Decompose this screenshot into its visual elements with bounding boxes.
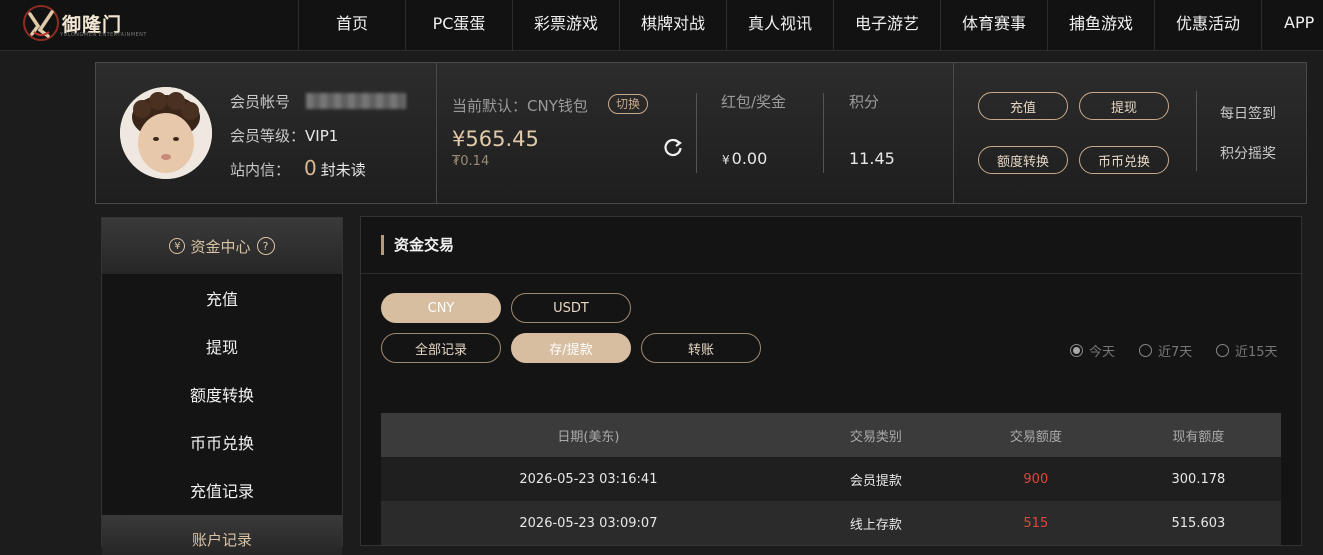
cell-amount: 515	[955, 501, 1116, 545]
member-account-value-blurred	[306, 93, 406, 109]
range-15days-label: 近15天	[1235, 345, 1278, 360]
points-value: 11.45	[849, 149, 895, 168]
sidebar-item-withdraw[interactable]: 提现	[102, 322, 342, 370]
nav-app[interactable]: APP	[1261, 0, 1321, 50]
sidebar-item-coin-exchange[interactable]: 币币兑换	[102, 418, 342, 466]
page-title: 资金交易	[381, 235, 454, 255]
member-account-label: 会员帐号	[230, 93, 291, 111]
bonus-amount: 0.00	[731, 149, 768, 168]
switch-wallet-button[interactable]: 切换	[608, 94, 649, 114]
main-content: 资金交易 CNY USDT 全部记录 存/提款 转账 今天 近7天 近15天 日…	[360, 216, 1302, 546]
message-count: 0	[304, 156, 317, 180]
bonus-value: ¥0.00	[722, 149, 767, 168]
col-balance: 现有额度	[1115, 413, 1281, 457]
funds-center-header[interactable]: ¥ 资金中心 ?	[102, 218, 342, 274]
divider	[823, 93, 824, 173]
divider	[953, 63, 954, 203]
tab-usdt[interactable]: USDT	[511, 293, 631, 323]
member-level-label: 会员等级：	[230, 127, 306, 145]
nav-pc-egg[interactable]: PC蛋蛋	[405, 0, 512, 50]
brand-subtitle: YULONGMEN ENTERTAINMENT	[60, 32, 147, 38]
sidebar-item-deposit[interactable]: 充值	[102, 274, 342, 322]
table-row: 2026-05-23 03:09:07 线上存款 515 515.603	[381, 501, 1281, 545]
nav-live-video[interactable]: 真人视讯	[726, 0, 833, 50]
range-7days-label: 近7天	[1158, 345, 1193, 360]
account-panel: 会员帐号 会员等级：VIP1 站内信： 0 封未读 当前默认：CNY钱包 切换 ¥5…	[95, 62, 1307, 204]
table-row: 2026-05-23 03:16:41 会员提款 900 300.178	[381, 457, 1281, 501]
range-15days-radio[interactable]: 近15天	[1216, 341, 1278, 360]
yuan-coin-icon: ¥	[169, 238, 186, 254]
funds-center-title: 资金中心	[190, 237, 251, 256]
site-messages[interactable]: 站内信： 0 封未读	[230, 156, 366, 180]
current-wallet-label: 当前默认：CNY钱包	[452, 97, 588, 115]
range-today-label: 今天	[1089, 345, 1116, 360]
bonus-currency: ¥	[722, 153, 730, 167]
nav-chess-cards[interactable]: 棋牌对战	[619, 0, 726, 50]
main-menu: 首页 PC蛋蛋 彩票游戏 棋牌对战 真人视讯 电子游艺 体育赛事 捕鱼游戏 优惠…	[298, 0, 1321, 50]
points-label: 积分	[849, 93, 880, 111]
points-lottery-link[interactable]: 积分摇奖	[1220, 143, 1276, 163]
quota-transfer-button[interactable]: 额度转换	[978, 146, 1068, 174]
col-type: 交易类别	[795, 413, 956, 457]
nav-sports[interactable]: 体育赛事	[940, 0, 1047, 50]
col-date: 日期(美东)	[381, 413, 796, 457]
radio-unchecked-icon	[1139, 344, 1152, 357]
sidebar-item-deposit-records[interactable]: 充值记录	[102, 466, 342, 514]
help-icon[interactable]: ?	[256, 237, 275, 255]
bonus-label: 红包/奖金	[721, 93, 787, 111]
tab-cny[interactable]: CNY	[381, 293, 501, 323]
sidebar: ¥ 资金中心 ? 充值 提现 额度转换 币币兑换 充值记录 账户记录	[101, 217, 343, 555]
nav-lottery[interactable]: 彩票游戏	[512, 0, 619, 50]
withdraw-button[interactable]: 提现	[1079, 92, 1169, 120]
cell-amount: 900	[955, 457, 1116, 501]
tab-transfer[interactable]: 转账	[641, 333, 761, 363]
range-today-radio[interactable]: 今天	[1070, 341, 1115, 360]
usdt-balance: ₮0.14	[452, 154, 490, 169]
transactions-table: 日期(美东) 交易类别 交易额度 现有额度 2026-05-23 03:16:4…	[381, 413, 1281, 545]
daily-signin-link[interactable]: 每日签到	[1220, 103, 1276, 123]
tab-all-records[interactable]: 全部记录	[381, 333, 501, 363]
member-level-value: VIP1	[305, 127, 339, 145]
cell-date: 2026-05-23 03:16:41	[381, 457, 796, 501]
divider	[436, 63, 437, 203]
nav-promotions[interactable]: 优惠活动	[1154, 0, 1261, 50]
cell-type: 会员提款	[795, 457, 956, 501]
nav-home[interactable]: 首页	[298, 0, 405, 50]
divider	[696, 93, 697, 173]
message-unread-label: 封未读	[320, 161, 366, 179]
cell-balance: 515.603	[1115, 501, 1281, 545]
avatar[interactable]	[120, 87, 212, 179]
member-level: 会员等级：VIP1	[230, 125, 338, 146]
cell-type: 线上存款	[795, 501, 956, 545]
dragon-logo-icon	[22, 4, 60, 42]
baby-avatar-icon	[120, 87, 212, 179]
table-header-row: 日期(美东) 交易类别 交易额度 现有额度	[381, 413, 1281, 457]
deposit-button[interactable]: 充值	[978, 92, 1068, 120]
top-nav: 御隆门 YULONGMEN ENTERTAINMENT 首页 PC蛋蛋 彩票游戏…	[0, 0, 1323, 51]
range-7days-radio[interactable]: 近7天	[1139, 341, 1192, 360]
divider	[361, 273, 1301, 274]
cell-balance: 300.178	[1115, 457, 1281, 501]
nav-fishing[interactable]: 捕鱼游戏	[1047, 0, 1154, 50]
cell-date: 2026-05-23 03:09:07	[381, 501, 796, 545]
tab-deposit-withdraw[interactable]: 存/提款	[511, 333, 631, 363]
radio-unchecked-icon	[1216, 344, 1229, 357]
col-amount: 交易额度	[955, 413, 1116, 457]
radio-checked-icon	[1070, 344, 1083, 357]
account-records-header[interactable]: 账户记录	[102, 515, 342, 555]
wallet-balance: ¥565.45	[452, 127, 539, 151]
refresh-icon[interactable]	[662, 137, 684, 159]
nav-electronic-games[interactable]: 电子游艺	[833, 0, 940, 50]
divider	[1196, 91, 1197, 171]
sidebar-item-quota-transfer[interactable]: 额度转换	[102, 370, 342, 418]
message-label: 站内信：	[230, 161, 291, 179]
coin-exchange-button[interactable]: 币币兑换	[1079, 146, 1169, 174]
